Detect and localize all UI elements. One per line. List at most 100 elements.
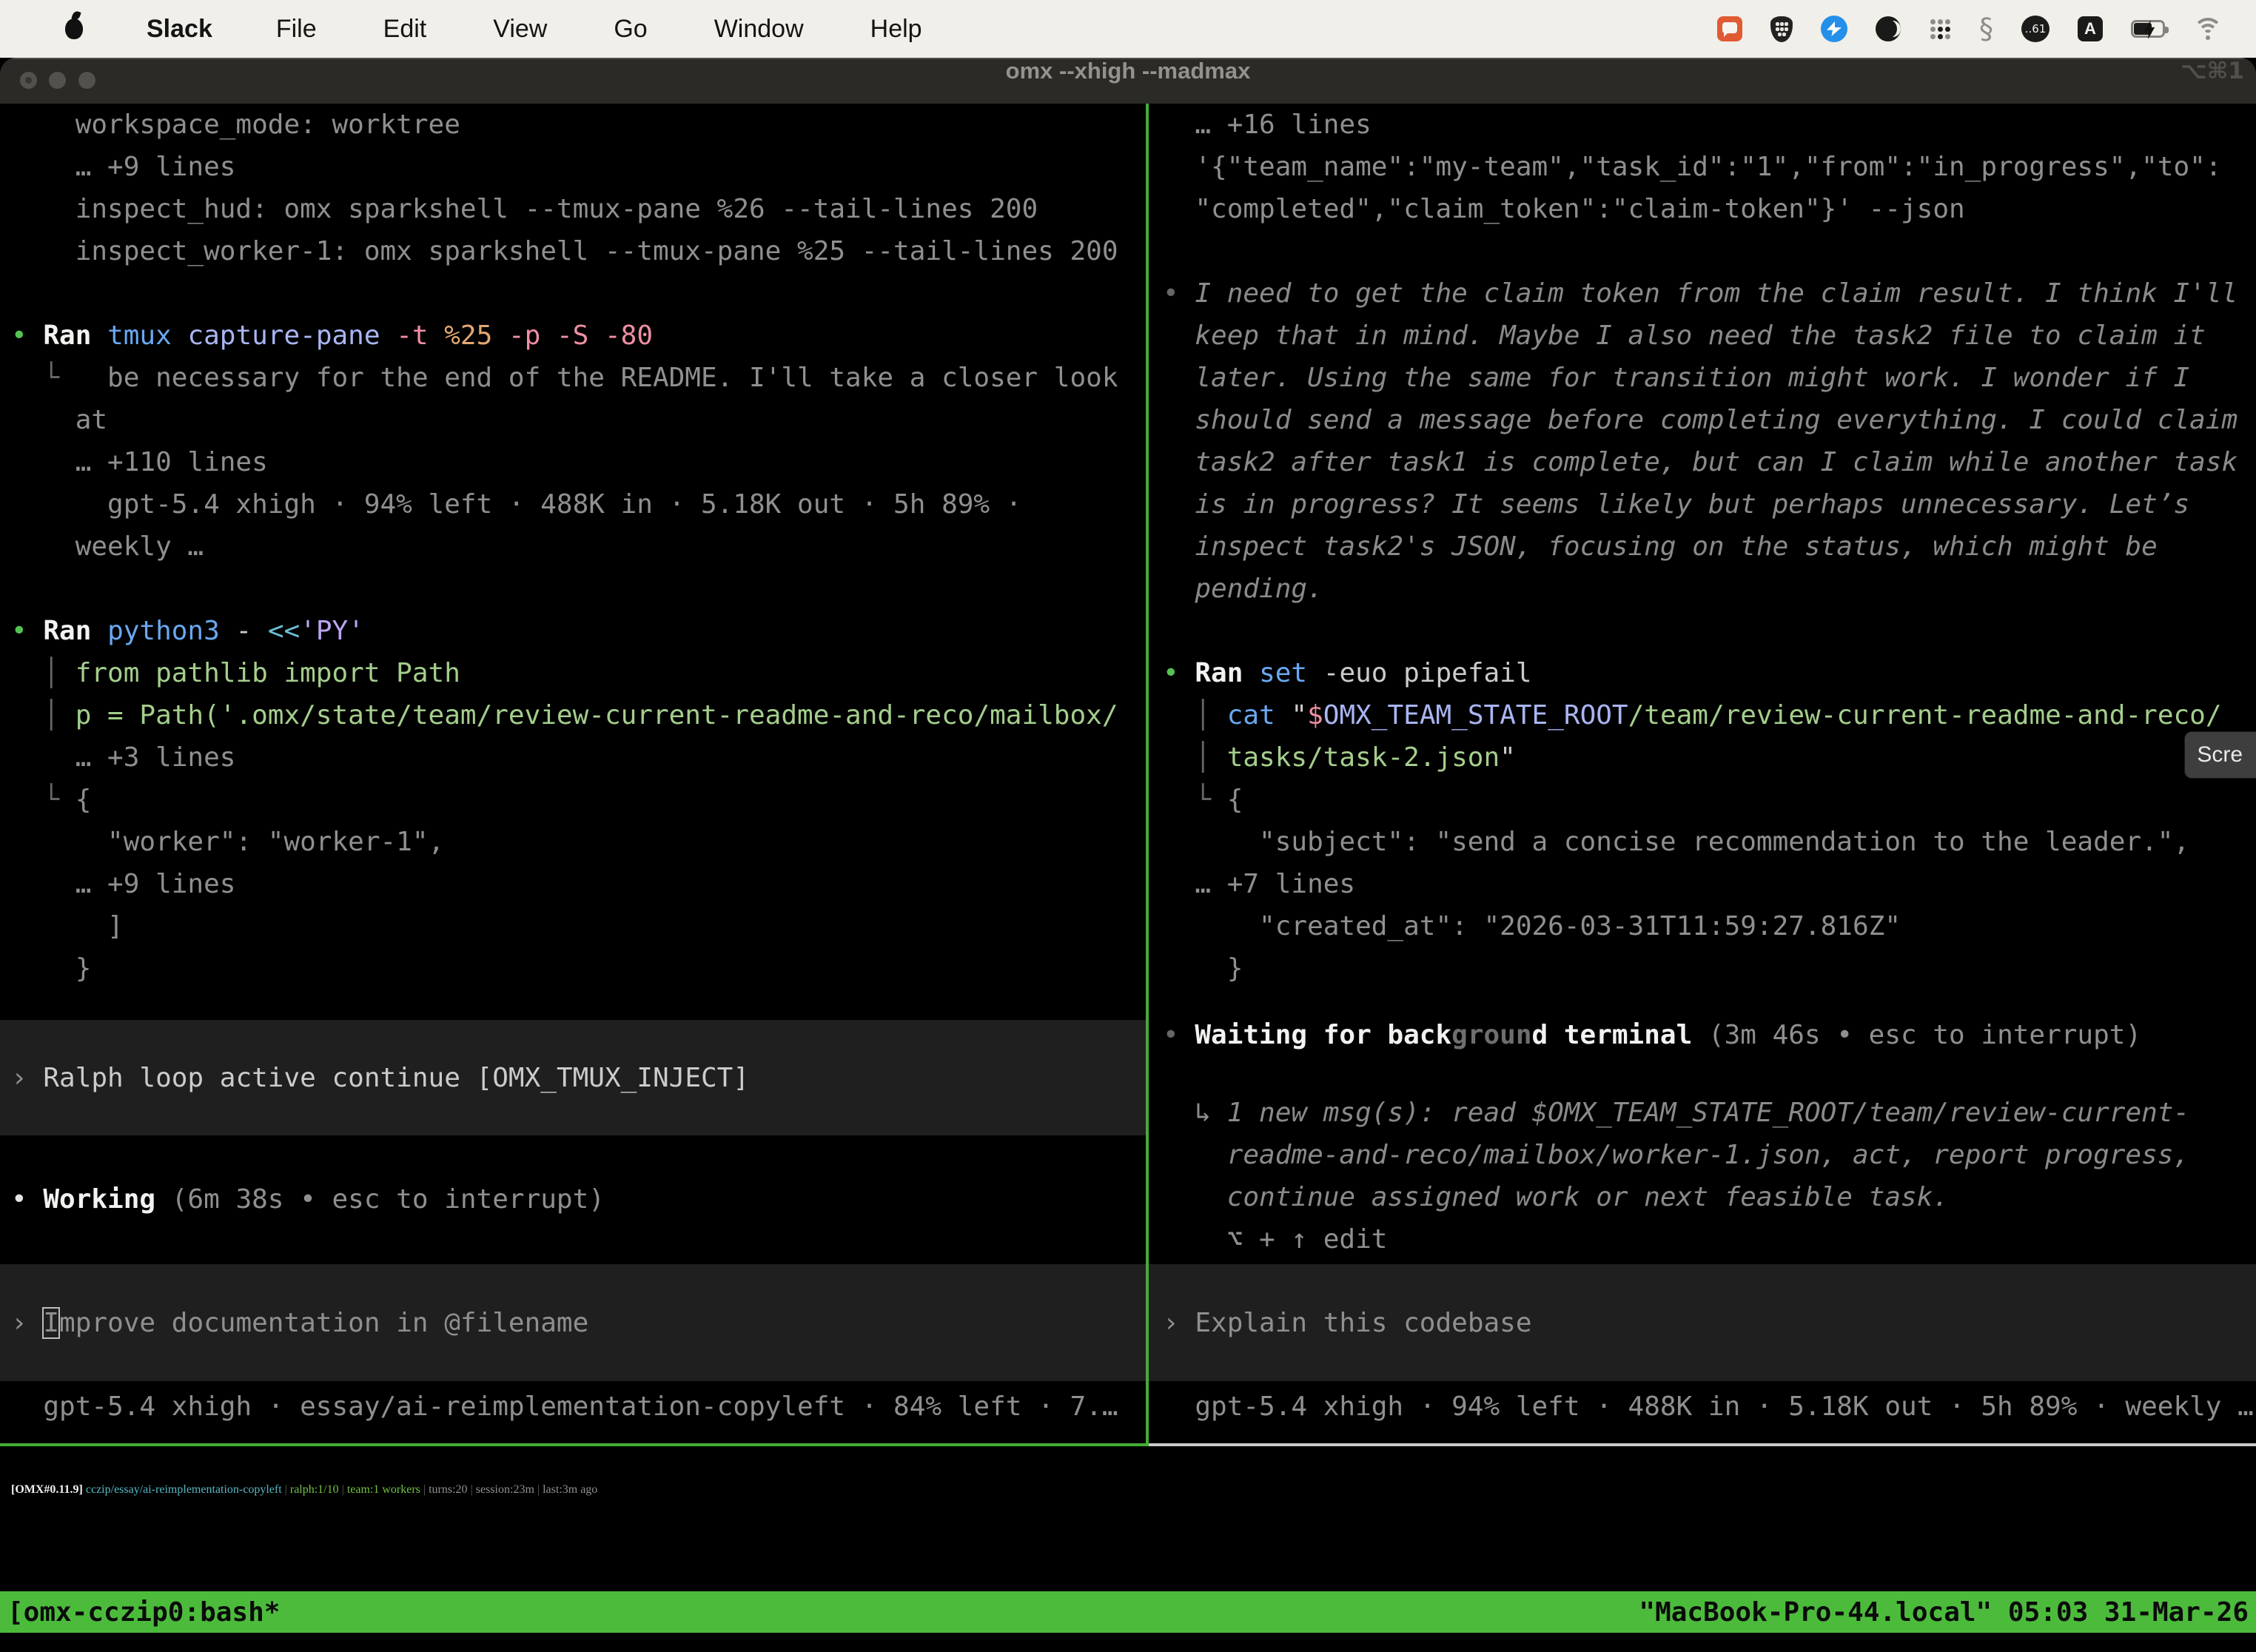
battery-charging-icon[interactable] xyxy=(2131,20,2165,38)
text-segment: Explain this codebase xyxy=(1195,1308,1531,1338)
text-segment: └ xyxy=(1163,785,1227,815)
text-segment: -80 xyxy=(605,320,653,351)
text-segment: from pathlib import Path xyxy=(75,658,460,688)
terminal-line: weekly … xyxy=(11,526,1146,568)
terminal-line: … +16 lines xyxy=(1163,104,2256,146)
terminal-line: │ p = Path('.omx/state/team/review-curre… xyxy=(11,694,1146,736)
terminal-line: task2 after task1 is complete, but can I… xyxy=(1163,441,2256,483)
ralph-banner: › Ralph loop active continue [OMX_TMUX_I… xyxy=(0,1020,1146,1135)
menu-item-go[interactable]: Go xyxy=(614,15,647,44)
messenger-bolt-icon[interactable] xyxy=(1821,16,1847,42)
text-segment: └ xyxy=(11,363,107,393)
waiting-status: • Waiting for background terminal (3m 46… xyxy=(1149,1014,2256,1056)
terminal-line: ⌥ + ↑ edit xyxy=(1163,1218,2256,1260)
text-segment: python3 xyxy=(107,616,235,646)
menu-item-help[interactable]: Help xyxy=(870,15,922,44)
text-segment: I need to get the claim token from the c… xyxy=(1195,278,2237,309)
menu-bar-left: Slack File Edit View Go Window Help xyxy=(0,15,989,44)
text-segment: │ xyxy=(1163,700,1227,731)
terminal-line: workspace_mode: worktree xyxy=(11,104,1146,146)
text-segment: … +110 lines xyxy=(11,447,268,477)
prompt-input-left-text: › Improve documentation in @filename xyxy=(0,1302,588,1344)
terminal-line: └ { xyxy=(11,779,1146,821)
text-segment: tmux xyxy=(107,320,187,351)
text-segment: should send a message before completing … xyxy=(1163,405,2237,435)
text-segment: | xyxy=(468,1483,476,1496)
text-segment: • xyxy=(1163,1020,1195,1050)
wifi-icon[interactable] xyxy=(2193,18,2223,40)
chat-app-icon[interactable] xyxy=(1717,16,1742,41)
text-segment: '{"team_name":"my-team","task_id":"1","f… xyxy=(1163,152,2221,182)
input-source-icon[interactable]: A xyxy=(2078,16,2103,41)
terminal-line xyxy=(1163,230,2256,272)
text-segment: set xyxy=(1259,658,1323,688)
text-segment: • xyxy=(11,1184,43,1215)
squiggle-icon[interactable]: § xyxy=(1979,16,1993,41)
terminal-line: │ tasks/task-2.json" xyxy=(1163,736,2256,779)
text-segment: -euo pipefail xyxy=(1323,658,1532,688)
text-segment: … +9 lines xyxy=(11,869,235,899)
terminal-line: should send a message before completing … xyxy=(1163,399,2256,441)
prompt-input-right-text: › Explain this codebase xyxy=(1149,1302,1532,1344)
omx-status-line: [OMX#0.11.9] cczip/essay/ai-reimplementa… xyxy=(0,1468,2256,1511)
prompt-input-right[interactable]: › Explain this codebase xyxy=(1149,1264,2256,1381)
text-segment: gpt-5.4 xhigh · 94% left · 488K in · 5.1… xyxy=(11,489,1021,520)
text-segment: p = Path('.omx/state/team/review-current… xyxy=(75,700,1118,731)
terminal-line: inspect task2's JSON, focusing on the st… xyxy=(1163,526,2256,568)
text-segment: | xyxy=(420,1483,429,1496)
text-segment: 1 new msg(s): read $OMX_TEAM_STATE_ROOT/… xyxy=(1227,1098,2189,1128)
pane-divider[interactable] xyxy=(1146,104,1149,1446)
terminal-line: later. Using the same for transition mig… xyxy=(1163,357,2256,399)
left-pane-output: workspace_mode: worktree … +9 lines insp… xyxy=(11,104,1146,990)
menu-app-name[interactable]: Slack xyxy=(147,15,212,44)
menu-item-view[interactable]: View xyxy=(493,15,547,44)
menu-item-edit[interactable]: Edit xyxy=(383,15,427,44)
text-segment: ⌥ + ↑ edit xyxy=(1163,1224,1387,1255)
ralph-banner-text: › Ralph loop active continue [OMX_TMUX_I… xyxy=(0,1057,749,1099)
moon-circle-icon[interactable] xyxy=(1876,16,1901,41)
text-segment: team:1 workers xyxy=(347,1483,420,1496)
count-badge-icon[interactable]: ..61 xyxy=(2021,16,2049,42)
text-segment: | xyxy=(282,1483,290,1496)
prompt-input-left[interactable]: › Improve documentation in @filename xyxy=(0,1264,1146,1381)
text-segment: mprove documentation in @filename xyxy=(59,1308,588,1338)
text-segment: 'PY' xyxy=(300,616,364,646)
zoom-button[interactable] xyxy=(78,72,95,89)
text-segment: " xyxy=(1500,742,1516,773)
tmux-session-label: [omx-cczip0:bash* xyxy=(7,1597,280,1628)
text-segment: readme-and-reco/mailbox/worker-1.json, a… xyxy=(1163,1140,2189,1170)
text-segment: continue assigned work or next feasible … xyxy=(1163,1182,1949,1212)
text-segment: %25 xyxy=(444,320,508,351)
text-segment: turns:20 xyxy=(429,1483,467,1496)
menu-item-window[interactable]: Window xyxy=(714,15,804,44)
minimize-button[interactable] xyxy=(49,72,66,89)
left-pane-bottom-border xyxy=(0,1443,1149,1446)
text-segment: ↳ xyxy=(1163,1098,1227,1128)
text-segment: inspect task2's JSON, focusing on the st… xyxy=(1163,531,2158,562)
terminal-line: … +9 lines xyxy=(11,863,1146,905)
terminal-line: "worker": "worker-1", xyxy=(11,821,1146,863)
text-segment: … +9 lines xyxy=(11,152,235,182)
text-segment: (3m 46s • esc to interrupt) xyxy=(1708,1020,2141,1050)
close-button[interactable] xyxy=(20,72,37,89)
text-segment: [OMX#0.11.9] xyxy=(11,1483,86,1496)
menu-bar-status-icons: § ..61 A xyxy=(1717,16,2256,42)
text-segment: inspect_worker-1: omx sparkshell --tmux-… xyxy=(11,236,1118,266)
text-segment: task2 after task1 is complete, but can I… xyxy=(1163,447,2237,477)
text-segment: • xyxy=(11,616,43,646)
right-pane: … +16 lines '{"team_name":"my-team","tas… xyxy=(1149,104,2256,1443)
terminal-line: • Ran set -euo pipefail xyxy=(1163,652,2256,694)
text-segment: session:23m xyxy=(476,1483,534,1496)
text-segment: groun xyxy=(1451,1020,1531,1050)
apple-menu-icon[interactable] xyxy=(65,19,83,39)
terminal-line: "subject": "send a concise recommendatio… xyxy=(1163,821,2256,863)
text-segment: (6m 38s • esc to interrupt) xyxy=(172,1184,605,1215)
text-segment: - xyxy=(235,616,267,646)
text-segment: at xyxy=(11,405,107,435)
menu-item-file[interactable]: File xyxy=(276,15,317,44)
text-segment: Ran xyxy=(1195,658,1259,688)
shield-icon[interactable] xyxy=(1770,16,1793,42)
dots-grid-icon[interactable] xyxy=(1929,18,1951,40)
window-shortcut-badge: ⌥⌘1 xyxy=(2181,58,2244,104)
text-segment: Ralph loop active continue [OMX_TMUX_INJ… xyxy=(43,1063,749,1093)
